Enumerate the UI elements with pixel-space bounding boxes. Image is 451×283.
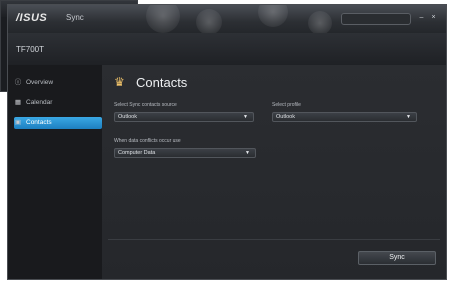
asus-logo: /ISUS — [16, 12, 48, 24]
conflict-dropdown-value: Computer Data — [118, 150, 156, 156]
asus-sync-window: /ISUS Sync – × TF700T ⓘ Overview ▦ Calenda… — [7, 4, 447, 280]
chevron-down-icon: ▼ — [243, 114, 248, 120]
sidebar-item-label: Overview — [26, 79, 54, 86]
app-name: Sync — [66, 13, 84, 22]
source-label: Select Sync contacts source — [114, 102, 177, 108]
page-title: Contacts — [136, 75, 188, 90]
profile-dropdown-value: Outlook — [276, 114, 295, 120]
source-dropdown-value: Outlook — [118, 114, 137, 120]
sidebar-item-contacts[interactable]: ▣ Contacts — [14, 117, 108, 129]
sidebar-item-label: Calendar — [26, 99, 53, 106]
contacts-header-icon: ♛ — [114, 75, 125, 89]
profile-dropdown[interactable]: Outlook ▼ — [272, 112, 417, 122]
bokeh-decoration — [146, 5, 180, 33]
close-button[interactable]: × — [429, 14, 438, 22]
conflict-dropdown[interactable]: Computer Data ▼ — [114, 148, 256, 158]
contacts-icon: ▣ — [14, 119, 22, 126]
device-name: TF700T — [16, 45, 45, 54]
bokeh-decoration — [258, 5, 288, 27]
sidebar-item-label: Contacts — [26, 119, 52, 126]
profile-label: Select profile — [272, 102, 301, 108]
divider — [108, 239, 440, 240]
search-input[interactable] — [341, 13, 411, 25]
chevron-down-icon: ▼ — [245, 150, 250, 156]
sidebar-item-calendar[interactable]: ▦ Calendar — [14, 97, 102, 109]
contacts-panel: ♛ Contacts Select Sync contacts source O… — [102, 65, 446, 279]
sidebar-item-overview[interactable]: ⓘ Overview — [14, 77, 102, 89]
sync-button[interactable]: Sync — [358, 251, 436, 265]
calendar-icon: ▦ — [14, 99, 22, 106]
conflict-label: When data conflicts occur use — [114, 138, 181, 144]
bokeh-decoration — [308, 11, 332, 35]
sidebar: ⓘ Overview ▦ Calendar ▣ Contacts — [8, 65, 108, 279]
source-dropdown[interactable]: Outlook ▼ — [114, 112, 254, 122]
minimize-button[interactable]: – — [417, 14, 426, 22]
bokeh-decoration — [196, 9, 222, 35]
chevron-down-icon: ▼ — [406, 114, 411, 120]
info-circle-icon: ⓘ — [14, 79, 22, 86]
device-bar: TF700T — [8, 33, 446, 66]
title-bar: /ISUS Sync – × — [8, 5, 446, 35]
